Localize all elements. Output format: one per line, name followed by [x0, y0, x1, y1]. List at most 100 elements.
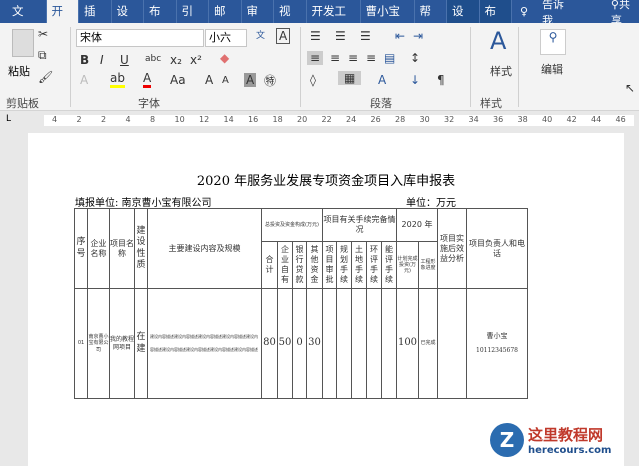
cell-benefit[interactable] [437, 288, 467, 399]
cell-plan-invest[interactable]: 100 [396, 288, 419, 399]
align-right-icon[interactable]: ≡ [348, 51, 358, 65]
font-name-select[interactable]: 宋体 [76, 29, 204, 47]
cell-nature[interactable]: 在建 [134, 288, 148, 399]
char-shading-icon[interactable]: A [244, 73, 257, 87]
tab-home[interactable]: 开始 [46, 0, 79, 41]
cell-seq[interactable]: 01 [74, 288, 88, 399]
change-case-button[interactable]: Aa [170, 73, 186, 87]
line-spacing-icon[interactable]: ↕ [410, 51, 420, 65]
enclose-char-icon[interactable]: ㊕ [264, 72, 276, 89]
cell-total[interactable]: 80 [261, 288, 278, 399]
paste-button[interactable]: 粘贴 [8, 63, 30, 79]
header-benefit: 项目实施后效益分析 [437, 208, 467, 289]
tab-developer[interactable]: 开发工具 [307, 0, 361, 41]
cell-own[interactable]: 50 [277, 288, 293, 399]
align-left-icon[interactable]: ≡ [307, 51, 324, 65]
ruler-tick: 36 [493, 115, 504, 124]
paste-icon[interactable] [12, 29, 34, 57]
char-border-icon[interactable]: A [276, 28, 291, 44]
styles-icon[interactable]: A [490, 27, 506, 55]
cell-planning[interactable] [336, 288, 352, 399]
subscript-button[interactable]: x₂ [170, 53, 182, 67]
text-effects-icon[interactable]: A [80, 73, 88, 87]
tab-layout[interactable]: 布局 [144, 0, 177, 41]
distributed-icon[interactable]: ▤ [384, 51, 395, 65]
reporting-org: 填报单位: 南京曹小宝有限公司 [75, 198, 212, 209]
tab-table-layout[interactable]: 布局 [479, 0, 512, 41]
cell-bank[interactable]: 0 [292, 288, 307, 399]
find-icon[interactable]: ⚲ [540, 29, 566, 55]
project-table: 序号 企业名称 项目名称 建设性质 主要建设内容及规模 总投资及资金构成(万元)… [74, 208, 528, 399]
italic-button[interactable]: I [100, 53, 104, 67]
ruler-tick: 30 [419, 115, 430, 124]
tab-mailings[interactable]: 邮件 [209, 0, 242, 41]
tab-design[interactable]: 设计 [112, 0, 144, 41]
styles-button[interactable]: 样式 [490, 63, 512, 79]
show-marks-icon[interactable]: ¶ [437, 73, 445, 87]
cut-icon[interactable]: ✂ [38, 27, 48, 41]
shrink-font-button[interactable]: A [222, 75, 229, 86]
header-year: 2020 年 [396, 208, 438, 242]
header-env: 环评手续 [366, 241, 382, 289]
clear-format-icon[interactable]: ◆ [220, 51, 229, 65]
copy-icon[interactable]: ⧉ [38, 48, 47, 63]
bold-button[interactable]: B [80, 53, 89, 67]
ruler-tick: 28 [395, 115, 406, 124]
editing-button[interactable]: 编辑 [541, 61, 563, 77]
tab-help[interactable]: 帮助 [415, 0, 447, 41]
decrease-indent-icon[interactable]: ⇤ [395, 29, 405, 43]
cell-approval[interactable] [322, 288, 337, 399]
document-title: 2020 年服务业发展专项资金项目入库申报表 [196, 174, 456, 189]
header-total: 合计 [261, 241, 278, 289]
underline-button[interactable]: U [120, 53, 129, 67]
tab-file[interactable]: 文件 [0, 0, 47, 41]
superscript-button[interactable]: x² [190, 53, 202, 67]
cell-env[interactable] [366, 288, 382, 399]
cell-progress[interactable]: 已完成 [418, 288, 438, 399]
cell-content[interactable]: 建设内容描述建设内容描述建设内容描述建设内容描述建设内容描述建设内容描述建设内容… [147, 288, 262, 399]
tab-view[interactable]: 视图 [274, 0, 307, 41]
tab-references[interactable]: 引用 [177, 0, 209, 41]
cell-company[interactable]: 南京曹小宝有限公司 [87, 288, 110, 399]
highlight-icon[interactable]: ab [110, 71, 125, 88]
header-energy: 能评手续 [381, 241, 397, 289]
strikethrough-button[interactable]: abc [145, 54, 161, 64]
cell-project[interactable]: 我的教程网项目 [109, 288, 135, 399]
header-own: 企业自有 [277, 241, 293, 289]
format-painter-icon[interactable]: 🖌 [38, 70, 53, 84]
tab-table-design[interactable]: 设计 [447, 0, 480, 41]
ruler-tick: 2 [76, 115, 82, 124]
header-other: 其他资金 [306, 241, 323, 289]
multilevel-list-icon[interactable]: ☰ [360, 29, 371, 43]
grow-font-button[interactable]: A [205, 73, 213, 87]
horizontal-ruler[interactable]: L 4 2 2 4 8 10 12 14 16 18 20 22 24 26 28 30 32 34 36 38 40 4… [0, 111, 639, 129]
tab-insert[interactable]: 插入 [79, 0, 112, 41]
shading-icon[interactable]: ◊ [310, 73, 316, 87]
watermark-logo-icon: Z [490, 423, 524, 457]
font-color-icon[interactable]: A [143, 71, 152, 88]
asian-layout-icon[interactable]: A [378, 73, 386, 87]
paragraph-group-label: 段落 [370, 97, 392, 110]
cell-other[interactable]: 30 [306, 288, 323, 399]
ruler-tick: 20 [297, 115, 308, 124]
tab-review[interactable]: 审阅 [242, 0, 274, 41]
cell-energy[interactable] [381, 288, 397, 399]
justify-icon[interactable]: ≡ [366, 51, 376, 65]
cell-contact[interactable]: 曹小宝 10112345678 [466, 288, 528, 399]
tab-custom[interactable]: 曹小宝的 [361, 0, 415, 41]
font-size-select[interactable]: 小六 [205, 29, 247, 47]
phonetic-guide-icon[interactable]: 文 [256, 28, 265, 41]
borders-icon[interactable]: ▦ [338, 71, 362, 85]
align-center-icon[interactable]: ≡ [330, 51, 340, 65]
bullets-icon[interactable]: ☰ [310, 29, 321, 43]
watermark: Z 这里教程网 herecours.com [490, 423, 611, 457]
numbering-icon[interactable]: ☰ [335, 29, 346, 43]
watermark-name: 这里教程网 [528, 426, 604, 444]
increase-indent-icon[interactable]: ⇥ [413, 29, 423, 43]
cell-land[interactable] [351, 288, 367, 399]
sort-icon[interactable]: ↓ [410, 73, 420, 87]
header-project: 项目名称 [109, 208, 135, 289]
document-page: 2020 年服务业发展专项资金项目入库申报表 填报单位: 南京曹小宝有限公司 单… [28, 133, 624, 466]
font-group-label: 字体 [138, 97, 160, 110]
tab-selector-icon[interactable]: L [6, 114, 11, 124]
